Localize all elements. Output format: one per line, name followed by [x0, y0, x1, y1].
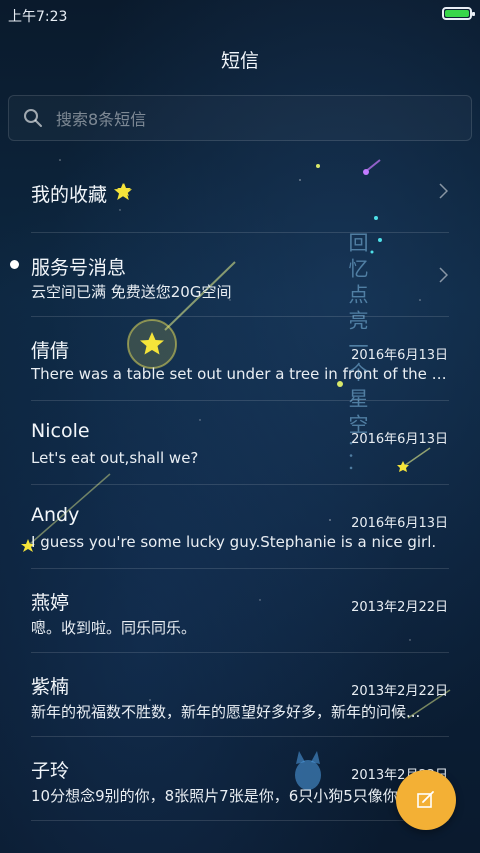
contact-name: Andy	[31, 504, 80, 526]
conversation-row[interactable]: 燕婷 2013年2月22日 嗯。收到啦。同乐同乐。	[0, 569, 480, 653]
contact-name: Nicole	[31, 420, 90, 442]
contact-name: 子玲	[31, 760, 70, 782]
list-item-service[interactable]: 服务号消息 云空间已满 免费送您20G空间	[0, 233, 480, 317]
star-icon	[114, 183, 132, 200]
message-date: 2013年2月22日	[351, 684, 448, 699]
page-title: 短信	[220, 50, 259, 72]
message-preview: 新年的祝福数不胜数，新年的愿望好多好多，新年的问候...	[31, 703, 421, 721]
compose-button[interactable]	[396, 770, 456, 830]
message-date: 2016年6月13日	[351, 348, 448, 363]
conversation-row[interactable]: 紫楠 2013年2月22日 新年的祝福数不胜数，新年的愿望好多好多，新年的问候.…	[0, 653, 480, 737]
message-preview: I guess you're some lucky guy.Stephanie …	[31, 533, 437, 551]
contact-name: 紫楠	[31, 676, 70, 698]
contact-name: 燕婷	[31, 592, 70, 614]
conversation-row[interactable]: 倩倩 2016年6月13日 There was a table set out …	[0, 317, 480, 401]
message-date: 2013年2月22日	[351, 600, 448, 615]
search-icon	[24, 109, 42, 127]
conversation-row[interactable]: Nicole 2016年6月13日 Let's eat out,shall we…	[0, 401, 480, 485]
message-preview: 10分想念9别的你，8张照片7张是你，6只小狗5只像你	[31, 787, 398, 805]
list-item-favorites[interactable]: 我的收藏	[0, 149, 480, 233]
message-preview: 嗯。收到啦。同乐同乐。	[31, 619, 197, 637]
message-date: 2016年6月13日	[351, 516, 448, 531]
favorites-label: 我的收藏	[31, 184, 108, 206]
conversation-row[interactable]: Andy 2016年6月13日 I guess you're some luck…	[0, 485, 480, 569]
chevron-right-icon	[439, 267, 448, 283]
message-date: 2016年6月13日	[351, 432, 448, 447]
status-time: 上午7:23	[8, 9, 68, 25]
battery-icon	[442, 7, 475, 20]
search-input[interactable]	[54, 106, 458, 132]
message-preview: Let's eat out,shall we?	[31, 449, 199, 467]
status-bar: 上午7:23	[0, 0, 480, 28]
compose-icon	[417, 791, 434, 808]
search-bar[interactable]	[8, 95, 472, 141]
message-preview: 云空间已满 免费送您20G空间	[31, 283, 232, 301]
contact-name: 服务号消息	[31, 257, 127, 279]
chevron-right-icon	[439, 183, 448, 199]
contact-name: 倩倩	[31, 340, 70, 362]
unread-dot	[10, 260, 19, 269]
divider	[31, 820, 449, 821]
message-preview: There was a table set out under a tree i…	[31, 365, 451, 383]
